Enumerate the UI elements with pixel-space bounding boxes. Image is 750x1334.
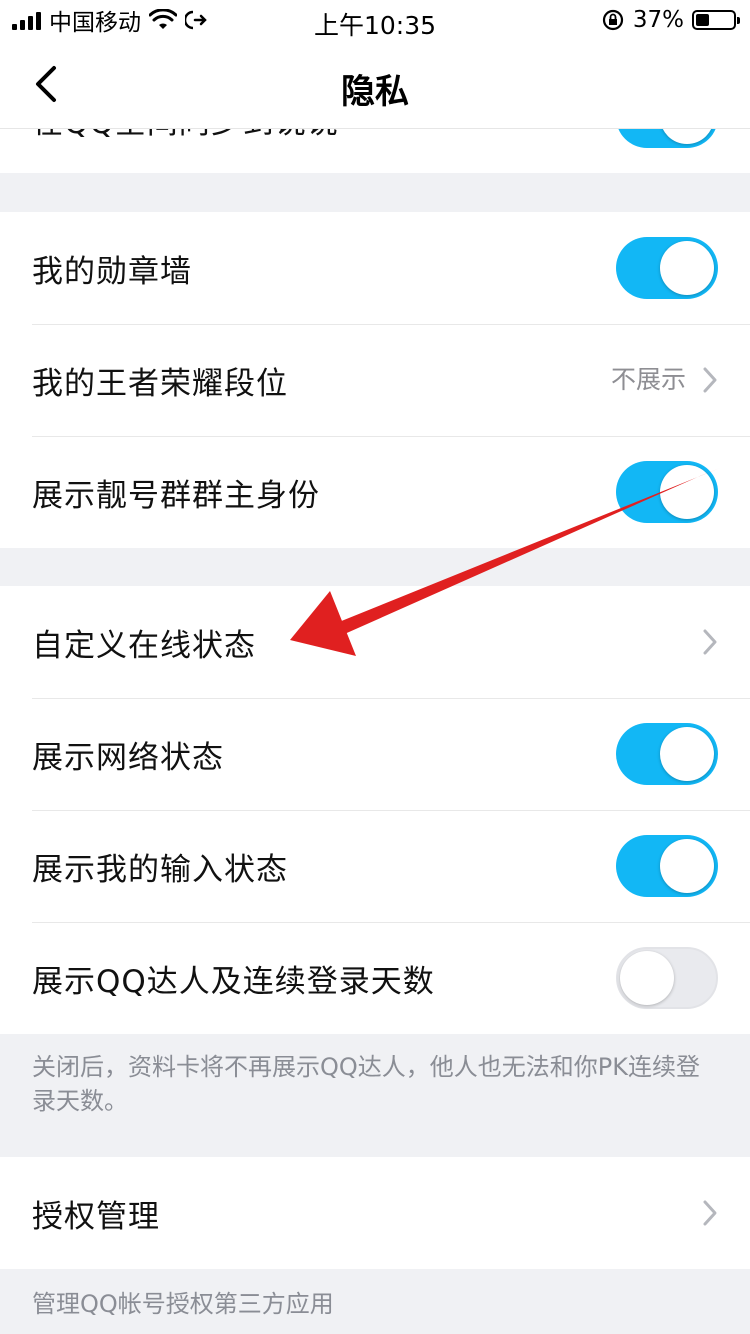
settings-row-status-2[interactable]: 展示我的输入状态	[0, 810, 750, 922]
row-label: 我的王者荣耀段位	[32, 365, 288, 402]
toggle-switch[interactable]	[616, 237, 718, 299]
chevron-right-icon	[703, 367, 717, 393]
partial-settings-group: 在QQ空间同步到说说	[0, 129, 750, 173]
chevron-right-icon	[703, 629, 717, 655]
row-value: 不展示	[610, 365, 686, 394]
row-label: 展示QQ达人及连续登录天数	[32, 963, 435, 1000]
settings-row-profile-1[interactable]: 我的王者荣耀段位 不展示	[0, 324, 750, 436]
partial-row-toggle[interactable]	[616, 129, 718, 148]
toggle-knob	[660, 465, 714, 519]
settings-row-status-0[interactable]: 自定义在线状态	[0, 586, 750, 698]
page-title: 隐私	[341, 72, 409, 112]
chevron-right-icon	[703, 1200, 717, 1226]
toggle-knob	[620, 951, 674, 1005]
footnote-status: 关闭后，资料卡将不再展示QQ达人，他人也无法和你PK连续登录天数。	[32, 1053, 700, 1115]
toggle-switch[interactable]	[616, 723, 718, 785]
settings-row-profile-0[interactable]: 我的勋章墙	[0, 212, 750, 324]
settings-row-partial[interactable]: 在QQ空间同步到说说	[0, 129, 750, 173]
status-bar: 中国移动 上午10:35 37%	[0, 0, 750, 40]
rotation-lock-icon	[602, 9, 623, 31]
row-label: 自定义在线状态	[32, 627, 256, 664]
battery-percent: 37%	[632, 7, 684, 33]
navigation-bar: 隐私	[0, 40, 750, 129]
toggle-switch[interactable]	[616, 461, 718, 523]
toggle-knob	[660, 727, 714, 781]
settings-row-status-3[interactable]: 展示QQ达人及连续登录天数	[0, 922, 750, 1034]
settings-row-auth-0[interactable]: 授权管理	[0, 1157, 750, 1269]
row-label: 展示我的输入状态	[32, 851, 288, 888]
footnote-auth: 管理QQ帐号授权第三方应用	[32, 1290, 334, 1318]
row-label: 授权管理	[32, 1198, 160, 1235]
row-label: 展示靓号群群主身份	[32, 477, 320, 514]
settings-row-status-1[interactable]: 展示网络状态	[0, 698, 750, 810]
toggle-switch[interactable]	[616, 835, 718, 897]
toggle-switch[interactable]	[616, 947, 718, 1009]
row-label: 展示网络状态	[32, 739, 224, 776]
settings-group-status: 自定义在线状态 展示网络状态展示我的输入状态展示QQ达人及连续登录天数	[0, 586, 750, 1034]
row-label: 在QQ空间同步到说说	[32, 129, 339, 142]
row-label: 我的勋章墙	[32, 253, 192, 290]
settings-group-profile: 我的勋章墙我的王者荣耀段位 不展示展示靓号群群主身份	[0, 212, 750, 548]
settings-row-profile-2[interactable]: 展示靓号群群主身份	[0, 436, 750, 548]
settings-group-auth: 授权管理	[0, 1157, 750, 1269]
toggle-knob	[660, 839, 714, 893]
battery-icon	[692, 10, 740, 30]
toggle-knob	[660, 241, 714, 295]
